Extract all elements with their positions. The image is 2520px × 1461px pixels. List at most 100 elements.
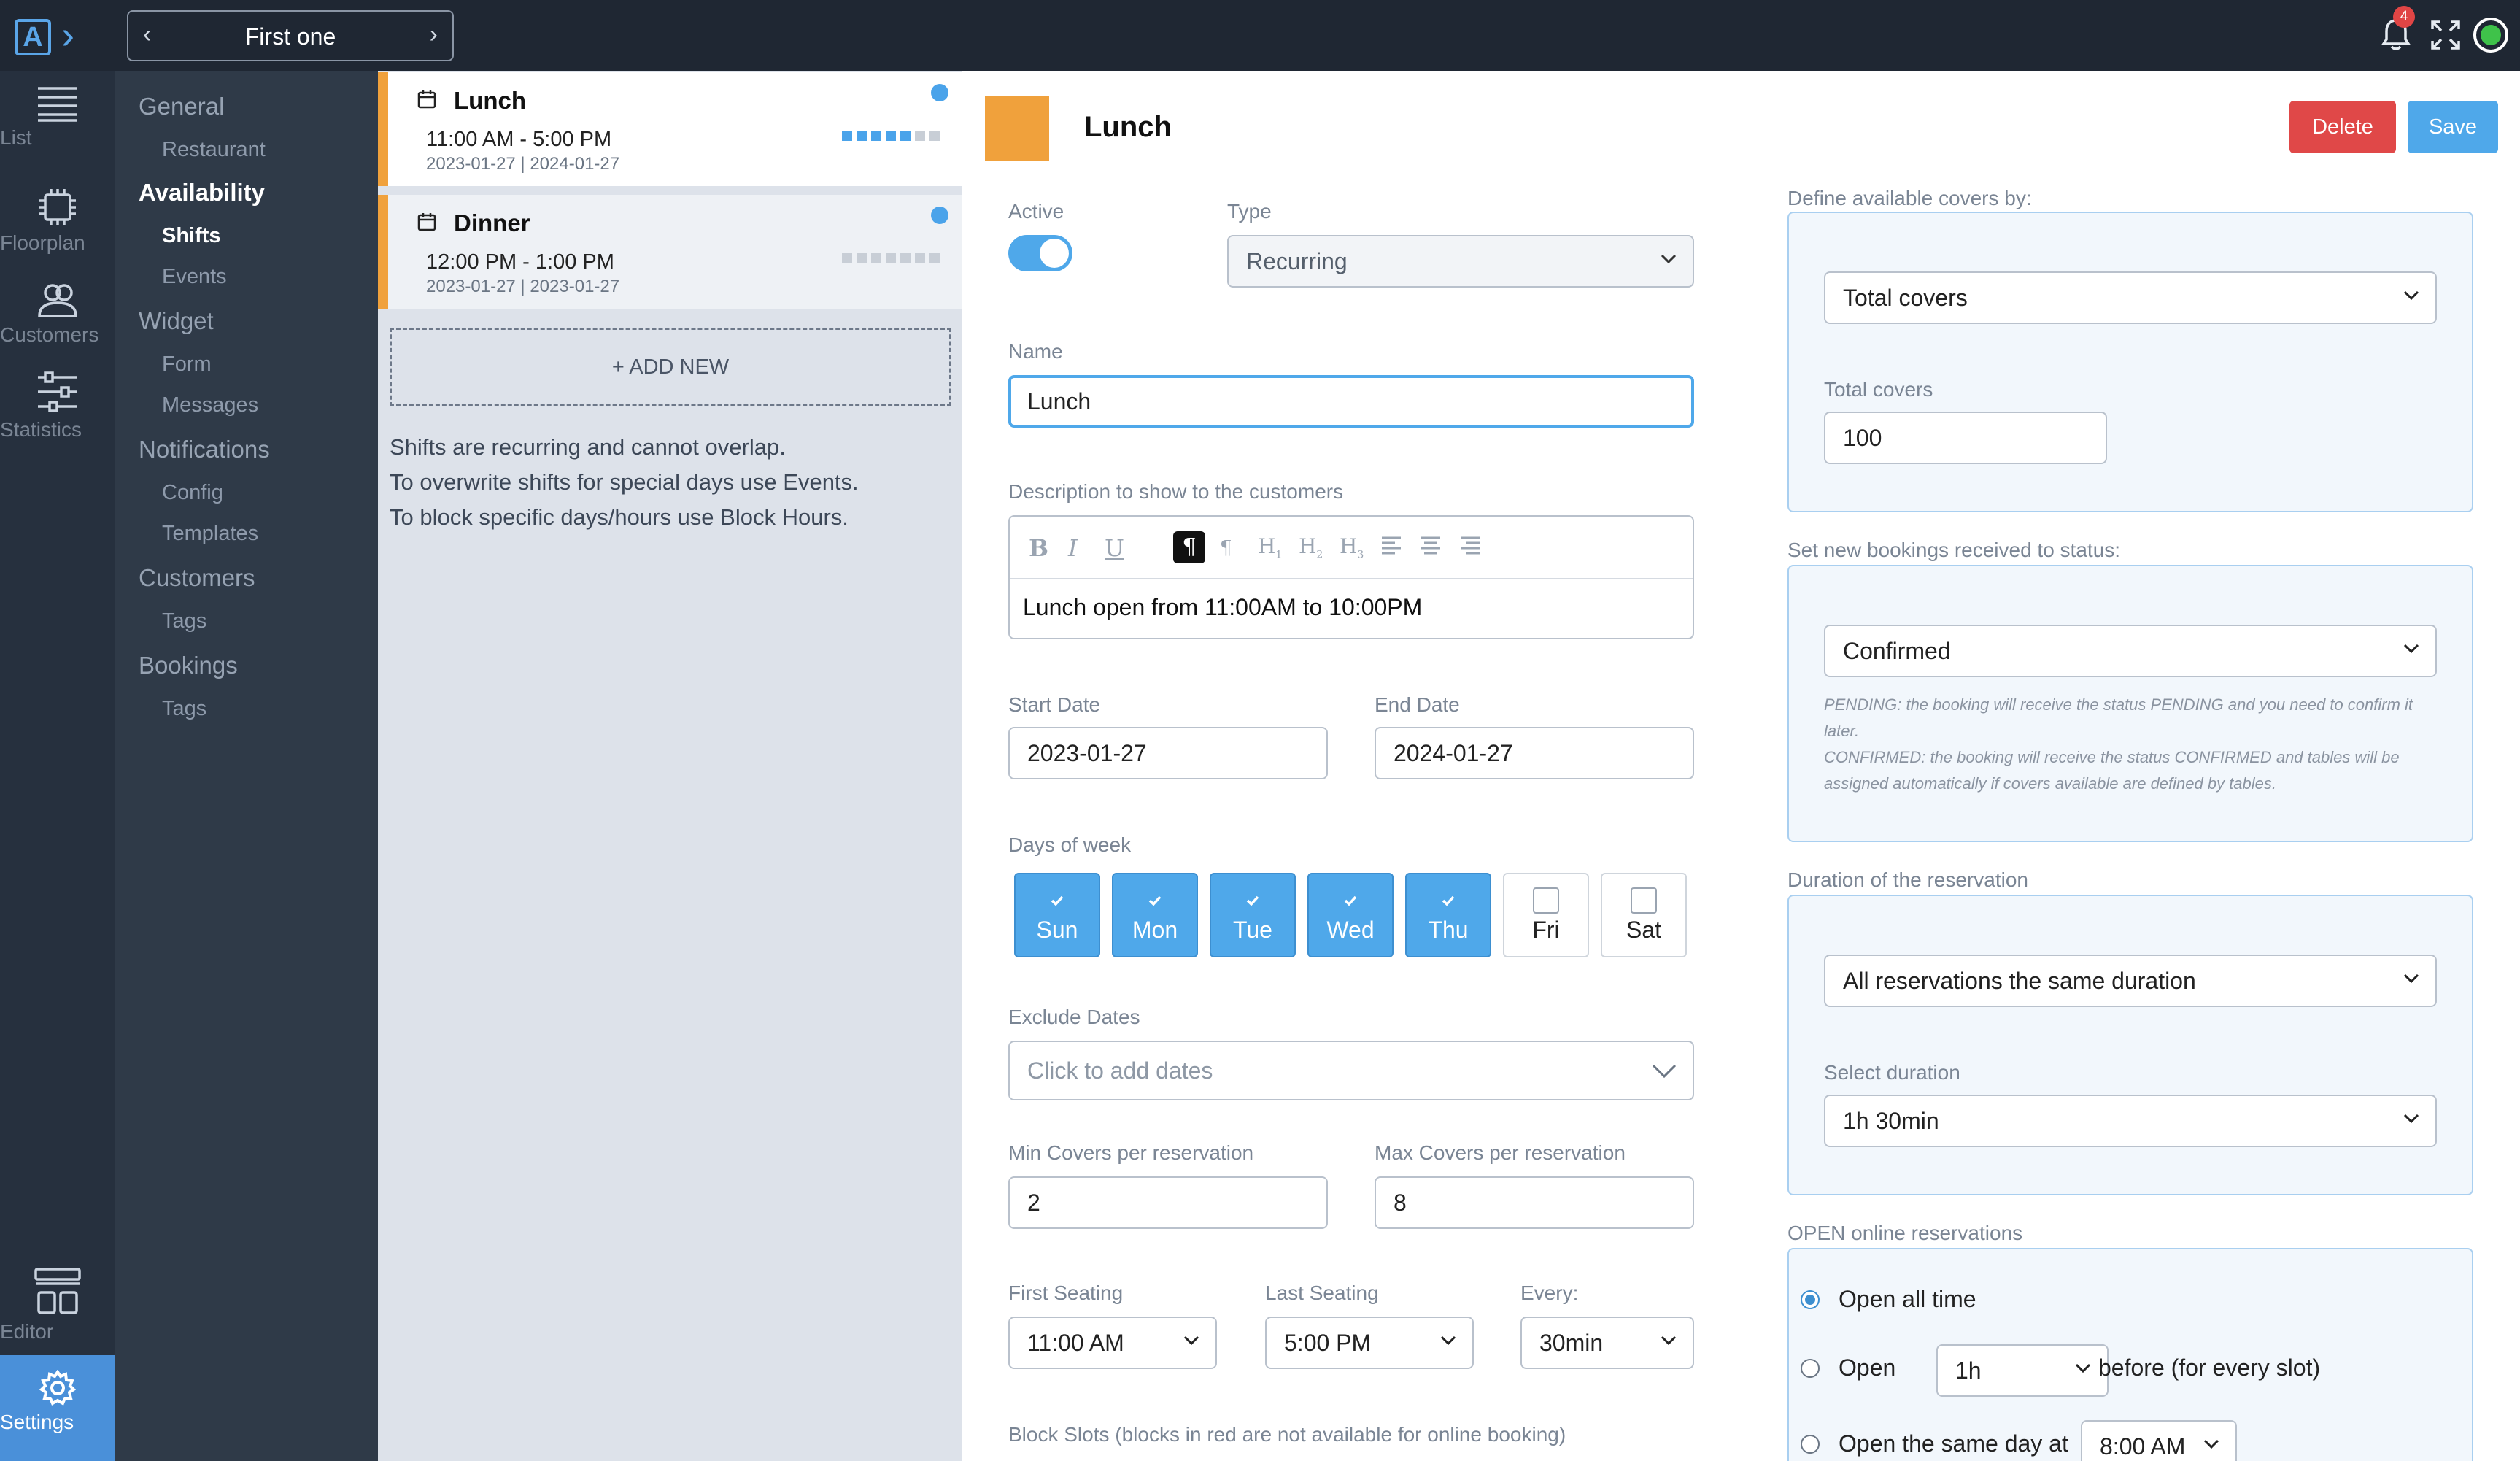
- menu-section-widget[interactable]: Widget: [139, 307, 214, 335]
- nav-customers[interactable]: Customers: [0, 282, 115, 370]
- end-date-input[interactable]: 2024-01-27: [1375, 727, 1694, 779]
- day-thu[interactable]: Thu: [1405, 873, 1491, 957]
- paragraph-icon[interactable]: ¶: [1173, 531, 1205, 563]
- help-line: Shifts are recurring and cannot overlap.: [390, 434, 786, 460]
- max-covers-input[interactable]: 8: [1375, 1176, 1694, 1229]
- active-toggle[interactable]: [1008, 235, 1072, 271]
- align-center-icon[interactable]: [1420, 534, 1442, 562]
- type-select[interactable]: Recurring: [1227, 235, 1694, 288]
- every-label: Every:: [1520, 1281, 1579, 1304]
- menu-item-messages[interactable]: Messages: [162, 393, 258, 417]
- booking-status-label: Set new bookings received to status:: [1787, 539, 2121, 561]
- open-same-day-label: Open the same day at: [1839, 1430, 2068, 1457]
- underline-icon[interactable]: U: [1105, 534, 1124, 562]
- day-fri[interactable]: Fri: [1503, 873, 1589, 957]
- menu-item-form[interactable]: Form: [162, 352, 212, 377]
- menu-item-config[interactable]: Config: [162, 481, 223, 505]
- menu-item-events[interactable]: Events: [162, 265, 227, 289]
- heading-1-icon[interactable]: H1: [1258, 534, 1282, 561]
- menu-section-notifications[interactable]: Notifications: [139, 436, 270, 463]
- day-wed[interactable]: Wed: [1307, 873, 1394, 957]
- open-before-value: 1h: [1955, 1357, 1982, 1384]
- day-label: Sun: [1036, 917, 1078, 943]
- shift-card-dinner[interactable]: Dinner 12:00 PM - 1:00 PM 2023-01-27 | 2…: [378, 195, 962, 309]
- calendar-icon: [417, 90, 436, 109]
- exclude-dates-select[interactable]: Click to add dates: [1008, 1041, 1694, 1100]
- save-button[interactable]: Save: [2408, 101, 2498, 153]
- menu-item-restaurant[interactable]: Restaurant: [162, 138, 266, 162]
- booking-status-select[interactable]: Confirmed: [1824, 625, 2437, 677]
- online-status-indicator[interactable]: [2473, 18, 2508, 53]
- menu-section-general[interactable]: General: [139, 93, 224, 120]
- open-before-select[interactable]: 1h: [1936, 1344, 2109, 1397]
- nav-floorplan[interactable]: Floorplan: [0, 188, 115, 275]
- align-left-icon[interactable]: [1380, 534, 1402, 562]
- editor-toolbar: B I U ¶ ¶ H1 H2 H3: [1010, 517, 1693, 579]
- editor-icon: [34, 1268, 81, 1314]
- menu-item-booking-tags[interactable]: Tags: [162, 697, 206, 721]
- description-editor[interactable]: B I U ¶ ¶ H1 H2 H3 Lunch open from 11:00…: [1008, 515, 1694, 639]
- nav-settings[interactable]: Settings: [0, 1355, 115, 1461]
- menu-item-customer-tags[interactable]: Tags: [162, 609, 206, 633]
- covers-mode-select[interactable]: Total covers: [1824, 271, 2437, 324]
- open-all-radio[interactable]: [1801, 1290, 1820, 1309]
- day-sun[interactable]: Sun: [1014, 873, 1100, 957]
- venue-switcher[interactable]: ‹ First one ›: [127, 10, 454, 61]
- name-label: Name: [1008, 340, 1063, 363]
- shifts-help-text: Shifts are recurring and cannot overlap.…: [390, 430, 959, 535]
- align-right-icon[interactable]: [1459, 534, 1481, 562]
- heading-2-icon[interactable]: H2: [1299, 534, 1323, 561]
- menu-section-customers[interactable]: Customers: [139, 564, 255, 592]
- chevron-down-icon: [1661, 1318, 1677, 1368]
- max-covers-label: Max Covers per reservation: [1375, 1141, 1626, 1164]
- last-seating-select[interactable]: 5:00 PM: [1265, 1317, 1474, 1369]
- fullscreen-icon[interactable]: [2430, 19, 2462, 51]
- bold-icon[interactable]: B: [1029, 534, 1048, 562]
- open-same-day-select[interactable]: 8:00 AM: [2081, 1420, 2237, 1461]
- end-date-label: End Date: [1375, 693, 1460, 716]
- every-select[interactable]: 30min: [1520, 1317, 1694, 1369]
- shift-days-indicator: [842, 131, 940, 141]
- heading-3-icon[interactable]: H3: [1340, 534, 1364, 561]
- name-input[interactable]: Lunch: [1008, 375, 1694, 428]
- paragraph-alt-icon[interactable]: ¶: [1220, 537, 1232, 559]
- users-icon: [38, 284, 77, 317]
- duration-mode-select[interactable]: All reservations the same duration: [1824, 955, 2437, 1007]
- open-reservations-panel: Open all time Open 1h before (for every …: [1787, 1248, 2473, 1461]
- day-tue[interactable]: Tue: [1210, 873, 1296, 957]
- chevron-down-icon: [2203, 1422, 2219, 1461]
- nav-statistics[interactable]: Statistics: [0, 370, 115, 458]
- shift-color-swatch[interactable]: [985, 96, 1049, 161]
- first-seating-value: 11:00 AM: [1027, 1330, 1124, 1356]
- start-date-input[interactable]: 2023-01-27: [1008, 727, 1328, 779]
- min-covers-input[interactable]: 2: [1008, 1176, 1328, 1229]
- duration-mode-value: All reservations the same duration: [1843, 968, 2196, 994]
- day-sat[interactable]: Sat: [1601, 873, 1687, 957]
- menu-item-shifts[interactable]: Shifts: [162, 224, 221, 248]
- menu-section-bookings[interactable]: Bookings: [139, 652, 238, 679]
- app-logo[interactable]: A: [15, 19, 51, 55]
- description-text[interactable]: Lunch open from 11:00AM to 10:00PM: [1023, 594, 1422, 621]
- shift-card-lunch[interactable]: Lunch 11:00 AM - 5:00 PM 2023-01-27 | 20…: [378, 72, 962, 186]
- open-same-day-radio[interactable]: [1801, 1435, 1820, 1454]
- menu-item-templates[interactable]: Templates: [162, 522, 258, 546]
- expand-chevron-icon[interactable]: ›: [61, 13, 74, 57]
- add-shift-button[interactable]: + ADD NEW: [390, 328, 951, 406]
- total-covers-input[interactable]: 100: [1824, 412, 2107, 464]
- delete-button[interactable]: Delete: [2289, 101, 2396, 153]
- status-help-text: PENDING: the booking will receive the st…: [1824, 692, 2430, 797]
- duration-select[interactable]: 1h 30min: [1824, 1095, 2437, 1147]
- shift-title: Lunch: [1084, 111, 1172, 143]
- italic-icon[interactable]: I: [1068, 534, 1078, 562]
- open-before-radio[interactable]: [1801, 1359, 1820, 1378]
- duration-value: 1h 30min: [1843, 1108, 1939, 1134]
- first-seating-select[interactable]: 11:00 AM: [1008, 1317, 1217, 1369]
- nav-list[interactable]: List: [0, 85, 115, 173]
- shift-time: 12:00 PM - 1:00 PM: [426, 250, 614, 274]
- day-mon[interactable]: Mon: [1112, 873, 1198, 957]
- chevron-right-icon[interactable]: ›: [430, 20, 438, 49]
- list-icon: [38, 87, 77, 122]
- checkbox-empty-icon: [1533, 887, 1559, 914]
- nav-editor[interactable]: Editor: [0, 1268, 115, 1355]
- menu-section-availability[interactable]: Availability: [139, 179, 265, 207]
